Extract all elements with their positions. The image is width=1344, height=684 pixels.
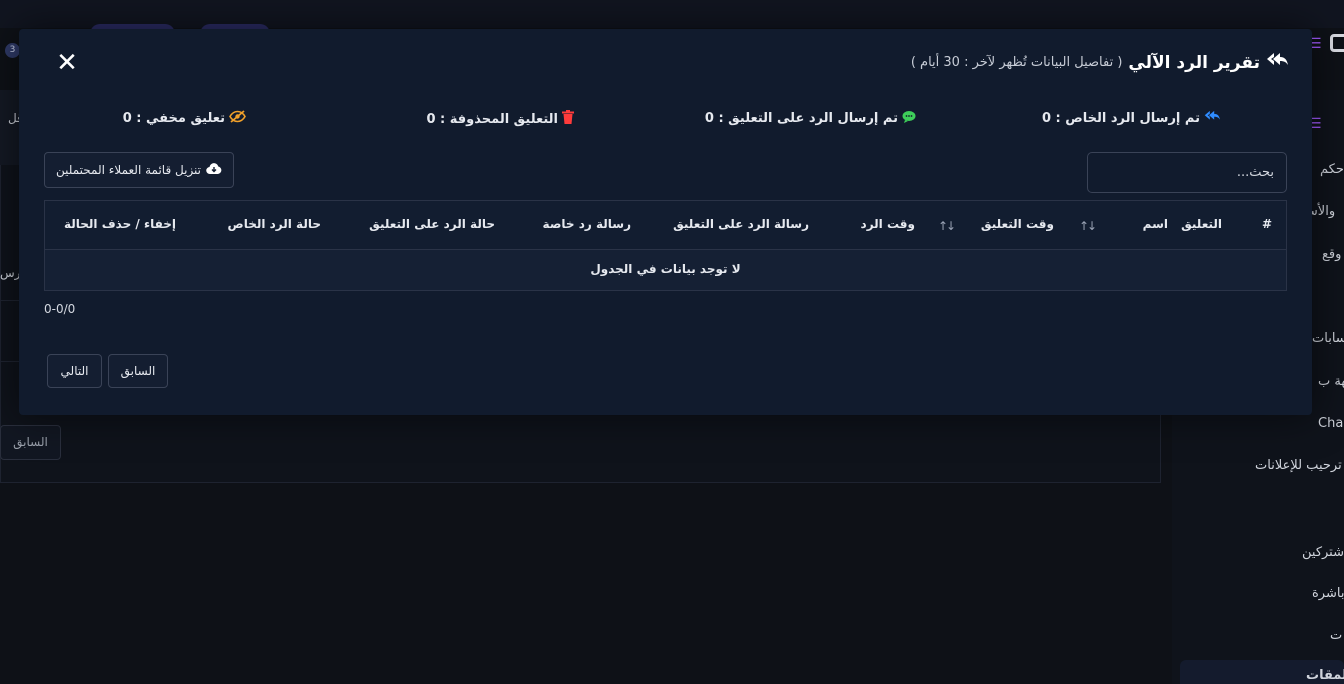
eye-slash-icon — [229, 110, 246, 127]
app-logo-icon — [1330, 34, 1344, 52]
sidebar-item[interactable]: سابات — [1312, 331, 1344, 346]
stats-row: تم إرسال الرد الخاص : 0 تم إرسال الرد عل… — [0, 110, 1344, 128]
reply-all-icon — [1266, 52, 1288, 73]
background-fragment: رس — [0, 266, 21, 280]
notification-badge: 3 — [5, 43, 20, 58]
column-header-index[interactable]: # — [1262, 201, 1272, 249]
stat-label: تعليق مخفي : 0 — [122, 111, 225, 126]
column-header-private-reply-status[interactable]: حالة الرد الخاص — [228, 201, 321, 249]
stat-hidden-comment: تعليق مخفي : 0 — [123, 110, 246, 127]
sort-icon[interactable]: ↑↓ — [938, 219, 956, 233]
trash-icon — [562, 110, 574, 128]
sidebar-item[interactable]: ت — [1330, 628, 1342, 643]
sidebar-item[interactable]: ترحيب للإعلانات — [1255, 458, 1342, 473]
stat-comment-reply-sent: تم إرسال الرد على التعليق : 0 — [705, 110, 916, 127]
cloud-download-icon — [206, 162, 222, 178]
background-previous-button[interactable]: السابق — [0, 425, 61, 460]
column-header-comment-reply-message[interactable]: رسالة الرد على التعليق — [673, 201, 809, 249]
column-header-private-reply-message[interactable]: رسالة رد خاصة — [543, 201, 631, 249]
pagination-info: 0-0/0 — [44, 302, 76, 316]
stat-label: تم إرسال الرد الخاص : 0 — [1041, 110, 1200, 126]
column-header-hide-delete-status[interactable]: إخفاء / حذف الحالة — [64, 201, 176, 249]
empty-table-message: لا توجد بيانات في الجدول — [44, 250, 1287, 291]
column-header-comment-time[interactable]: وقت التعليق — [981, 201, 1054, 249]
chat-bubble-icon — [902, 110, 916, 127]
next-page-button[interactable]: التالي — [47, 354, 102, 388]
sidebar-item[interactable]: باشرة — [1312, 586, 1344, 601]
sidebar-item[interactable]: وقع — [1322, 247, 1341, 262]
column-header-reply-time[interactable]: وقت الرد — [861, 201, 915, 249]
reply-all-icon — [1204, 110, 1220, 126]
stat-label: تم إرسال الرد على التعليق : 0 — [704, 111, 898, 126]
report-table: # التعليق اسم ↑↓ وقت التعليق ↑↓ وقت الرد… — [44, 200, 1287, 291]
table-header: # التعليق اسم ↑↓ وقت التعليق ↑↓ وقت الرد… — [44, 200, 1287, 250]
column-header-comment[interactable]: التعليق — [1181, 201, 1222, 249]
sidebar-item[interactable]: Cha — [1318, 416, 1343, 431]
sidebar-item[interactable]: حكم — [1320, 162, 1344, 177]
sidebar-item[interactable]: اجهة ب — [1318, 374, 1344, 389]
sort-icon[interactable]: ↑↓ — [1079, 219, 1097, 233]
column-header-comment-reply-status[interactable]: حالة الرد على التعليق — [369, 201, 495, 249]
column-header-name[interactable]: اسم — [1143, 201, 1168, 249]
search-input[interactable] — [1087, 152, 1287, 193]
sidebar-item[interactable]: شتركين — [1302, 545, 1344, 560]
download-leads-button[interactable]: تنزيل قائمة العملاء المحتملين — [44, 152, 234, 188]
close-icon[interactable]: ✕ — [55, 50, 79, 76]
stat-label: التعليق المحذوفة : 0 — [426, 111, 558, 127]
modal-subtitle: ( تفاصيل البيانات تُظهر لآخر : 30 أيام ) — [910, 55, 1123, 70]
previous-page-button[interactable]: السابق — [108, 354, 168, 388]
download-leads-label: تنزيل قائمة العملاء المحتملين — [55, 163, 202, 177]
stat-deleted-comment: التعليق المحذوفة : 0 — [426, 110, 574, 128]
sidebar-item[interactable]: لمقات — [1306, 668, 1344, 683]
stat-private-reply-sent: تم إرسال الرد الخاص : 0 — [1042, 110, 1220, 126]
modal-header: تقرير الرد الآلي ( تفاصيل البيانات تُظهر… — [911, 52, 1288, 73]
background-topbar — [0, 0, 1344, 28]
modal-title: تقرير الرد الآلي — [1128, 52, 1260, 73]
